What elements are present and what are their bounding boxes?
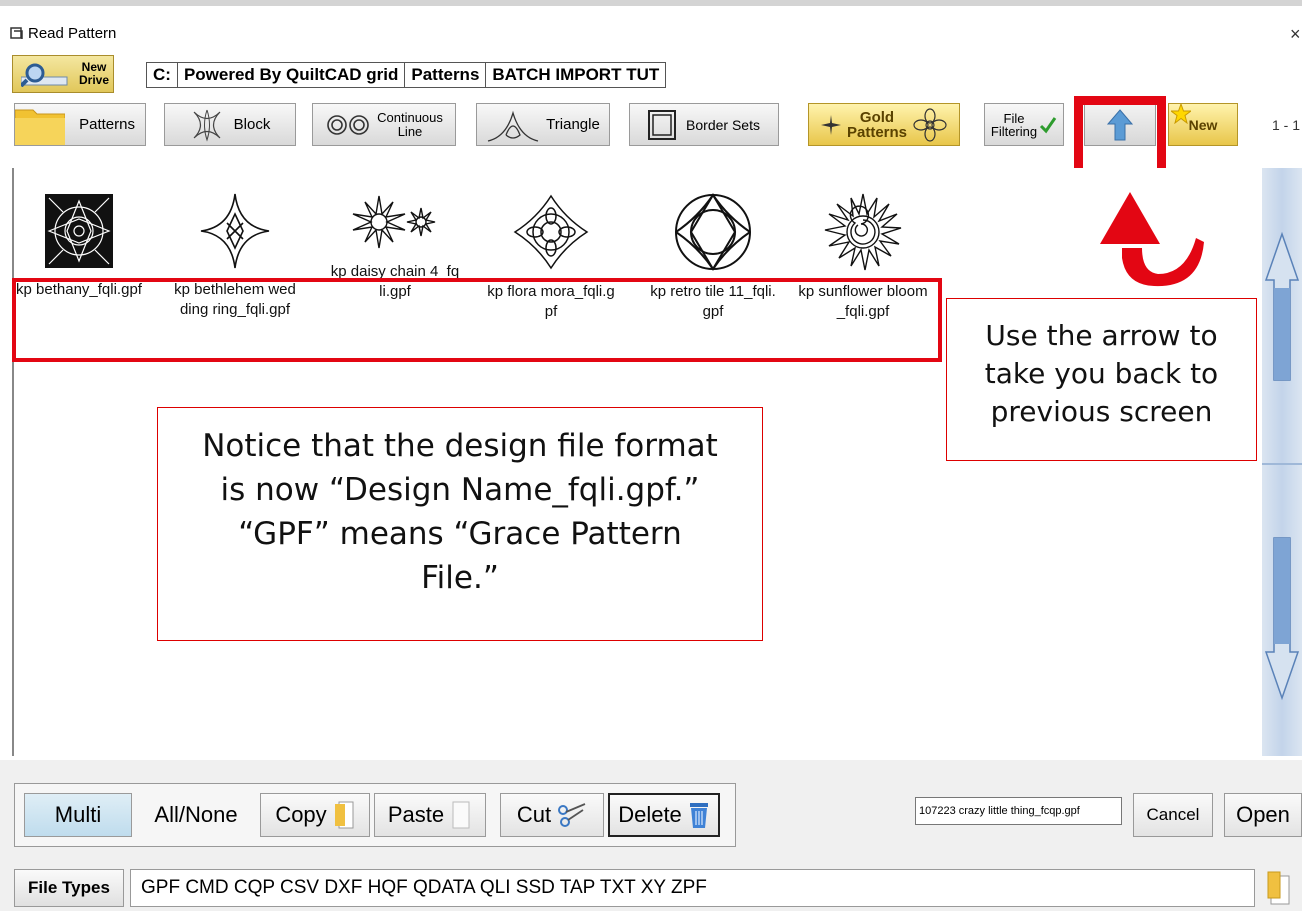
copy-icon — [334, 801, 354, 829]
new-star-icon — [1171, 104, 1191, 124]
border-icon — [648, 109, 677, 140]
window-title: Read Pattern — [28, 25, 117, 42]
flora-mora-pattern-icon — [513, 194, 589, 270]
close-icon[interactable]: × — [1290, 24, 1301, 45]
star-icon — [820, 114, 841, 135]
gold-patterns-button[interactable]: Gold Patterns — [808, 103, 960, 146]
new-drive-button[interactable]: New Drive — [12, 55, 114, 93]
file-filtering-label: File Filtering — [990, 110, 1038, 139]
checkmark-icon — [1040, 116, 1057, 133]
file-types-button[interactable]: File Types — [14, 869, 124, 907]
window-icon — [10, 27, 23, 39]
file-format-callout: Notice that the design file format is no… — [157, 407, 763, 641]
border-sets-button[interactable]: Border Sets — [629, 103, 779, 146]
arrow-instruction-callout: Use the arrow to take you back to previo… — [946, 298, 1257, 461]
filename-field[interactable]: 107223 crazy little thing_fcqp.gpf — [915, 797, 1122, 825]
spiral-icon — [327, 114, 369, 135]
triangle-icon — [488, 110, 539, 142]
continuous-line-label: Continuous Line — [377, 109, 443, 139]
gold-patterns-label: Gold Patterns — [846, 108, 908, 141]
paste-icon — [452, 801, 470, 829]
new-drive-label: New Drive — [79, 60, 110, 87]
block-icon — [193, 109, 221, 142]
daisy-chain-pattern-icon — [352, 195, 436, 249]
continuous-line-button[interactable]: Continuous Line — [312, 103, 456, 146]
trash-icon — [689, 803, 708, 828]
curved-arrow-icon — [1100, 192, 1204, 287]
page-count: 1 - 1 — [1272, 117, 1301, 133]
bethany-pattern-icon — [45, 194, 113, 268]
sunflower-pattern-icon — [824, 193, 902, 271]
new-folder-button[interactable]: New — [1168, 103, 1238, 146]
clipboard-icon[interactable] — [1267, 870, 1291, 906]
patterns-button[interactable]: Patterns — [14, 103, 146, 146]
copy-button[interactable]: Copy — [260, 793, 370, 837]
folder-icon — [15, 109, 65, 145]
open-button[interactable]: Open — [1224, 793, 1302, 837]
all-none-button[interactable]: All/None — [138, 793, 254, 837]
delete-button[interactable]: Delete — [608, 793, 720, 837]
bethlehem-pattern-icon — [200, 193, 270, 269]
title-bar: Read Pattern × — [0, 6, 1302, 48]
cut-button[interactable]: Cut — [500, 793, 604, 837]
retro-tile-pattern-icon — [675, 193, 751, 271]
file-filtering-button[interactable]: File Filtering — [984, 103, 1064, 146]
block-button[interactable]: Block — [164, 103, 296, 146]
triangle-button[interactable]: Triangle — [476, 103, 610, 146]
breadcrumb-folder[interactable]: Powered By QuiltCAD grid — [178, 63, 406, 87]
annotation-names-box — [12, 278, 942, 362]
paste-button[interactable]: Paste — [374, 793, 486, 837]
breadcrumb-folder[interactable]: BATCH IMPORT TUT — [486, 63, 665, 87]
flower-icon — [913, 107, 947, 142]
cancel-button[interactable]: Cancel — [1133, 793, 1213, 837]
breadcrumb: C: Powered By QuiltCAD grid Patterns BAT… — [146, 62, 667, 88]
scissors-icon — [558, 803, 586, 827]
multi-button[interactable]: Multi — [24, 793, 132, 837]
file-types-list: GPF CMD CQP CSV DXF HQF QDATA QLI SSD TA… — [130, 869, 1255, 907]
breadcrumb-drive[interactable]: C: — [147, 63, 178, 87]
magnifier-icon — [21, 63, 68, 87]
scrollbar[interactable] — [1262, 168, 1302, 756]
breadcrumb-folder[interactable]: Patterns — [405, 63, 487, 87]
scroll-arrows-icon — [1262, 231, 1302, 701]
